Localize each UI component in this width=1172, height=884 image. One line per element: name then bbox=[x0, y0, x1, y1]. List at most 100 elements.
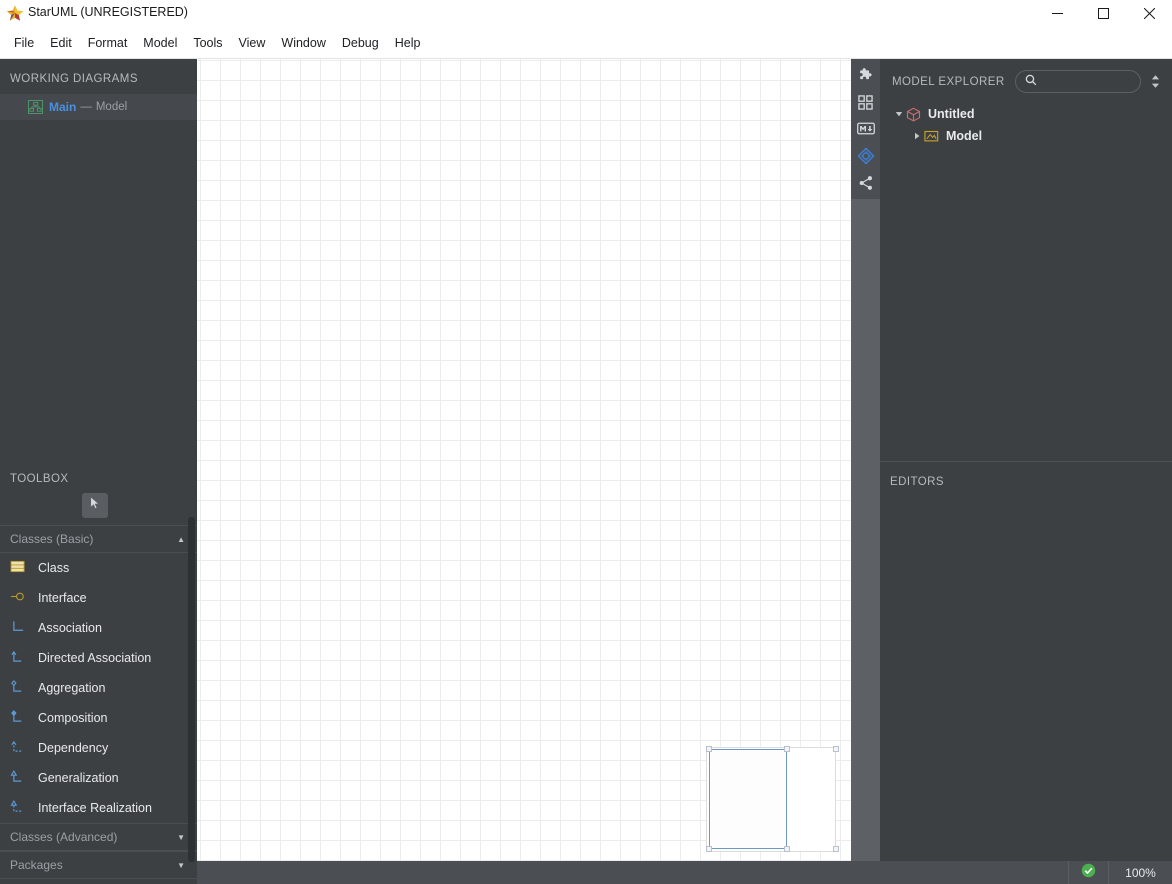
model-folder-icon bbox=[924, 129, 940, 144]
canvas-grid bbox=[197, 59, 851, 861]
interface-realization-icon bbox=[10, 800, 30, 816]
toolbox-item-class[interactable]: Class bbox=[0, 553, 197, 583]
interface-icon bbox=[10, 590, 30, 606]
zoom-level[interactable]: 100% bbox=[1108, 861, 1172, 884]
markdown-icon bbox=[856, 122, 875, 140]
tree-item-label: Model bbox=[946, 129, 983, 143]
selection-handle[interactable] bbox=[784, 746, 790, 752]
toolbox-group-packages[interactable]: Packages ▼ bbox=[0, 851, 197, 879]
editors-header: EDITORS bbox=[890, 476, 945, 488]
class-icon bbox=[10, 560, 30, 576]
canvas-bottom-bar bbox=[197, 861, 880, 884]
share-nodes-icon bbox=[858, 175, 874, 196]
toolbox-item-aggregation[interactable]: Aggregation bbox=[0, 673, 197, 703]
search-icon bbox=[1025, 73, 1037, 91]
toolbox-item-composition[interactable]: Composition bbox=[0, 703, 197, 733]
window-title: StarUML (UNREGISTERED) bbox=[28, 5, 188, 19]
menu-view[interactable]: View bbox=[231, 33, 274, 53]
diamond-target-icon bbox=[856, 147, 875, 170]
menu-edit[interactable]: Edit bbox=[42, 33, 80, 53]
toolbox-item-label: Interface bbox=[38, 591, 87, 605]
status-bar: 100% bbox=[880, 861, 1172, 884]
toolbox-item-generalization[interactable]: Generalization bbox=[0, 763, 197, 793]
markdown-editor-button[interactable] bbox=[853, 119, 879, 145]
relationship-share-button[interactable] bbox=[853, 172, 879, 198]
menu-help[interactable]: Help bbox=[387, 33, 429, 53]
generalization-icon bbox=[10, 770, 30, 786]
sort-updown-icon[interactable] bbox=[1148, 74, 1162, 89]
toolbox-item-directed-association[interactable]: Directed Association bbox=[0, 643, 197, 673]
working-diagrams-header: WORKING DIAGRAMS bbox=[10, 73, 138, 85]
selection-handle[interactable] bbox=[784, 846, 790, 852]
model-explorer-title: MODEL EXPLORER bbox=[892, 75, 1005, 88]
selection-handle[interactable] bbox=[833, 846, 839, 852]
toolbox-item-label: Directed Association bbox=[38, 651, 152, 665]
dependency-icon bbox=[10, 740, 30, 756]
cursor-arrow-icon bbox=[89, 495, 101, 515]
toolbox-group-label: Classes (Basic) bbox=[10, 532, 94, 546]
tree-item-label: Untitled bbox=[928, 107, 975, 121]
toolbox-item-label: Generalization bbox=[38, 771, 119, 785]
selection-handle[interactable] bbox=[706, 746, 712, 752]
chevron-down-icon: ▼ bbox=[177, 860, 185, 870]
search-input[interactable] bbox=[1042, 74, 1140, 89]
minimize-icon[interactable] bbox=[1034, 0, 1080, 27]
toolbox-item-association[interactable]: Association bbox=[0, 613, 197, 643]
toolbox-item-label: Composition bbox=[38, 711, 108, 725]
validation-status[interactable] bbox=[1068, 861, 1108, 884]
model-explorer-search[interactable] bbox=[1014, 70, 1141, 93]
staruml-star-icon bbox=[6, 4, 24, 22]
toolbox-item-dependency[interactable]: Dependency bbox=[0, 733, 197, 763]
menu-tools[interactable]: Tools bbox=[185, 33, 230, 53]
menu-debug[interactable]: Debug bbox=[334, 33, 387, 53]
staruml-window: StarUML (UNREGISTERED) File Edit Format … bbox=[0, 0, 1172, 884]
working-diagram-name: Main bbox=[49, 100, 77, 114]
working-diagram-separator: — bbox=[80, 101, 92, 113]
toolbox-group-classes-advanced[interactable]: Classes (Advanced) ▼ bbox=[0, 823, 197, 851]
toolbox-item-label: Dependency bbox=[38, 741, 109, 755]
selection-handle[interactable] bbox=[833, 746, 839, 752]
directed-association-icon bbox=[10, 650, 30, 666]
class-diagram-icon bbox=[28, 100, 43, 114]
toolbox-item-label: Class bbox=[38, 561, 70, 575]
green-check-icon bbox=[1081, 863, 1096, 883]
working-diagram-item-main[interactable]: Main — Model bbox=[0, 94, 197, 120]
toolbox-scrollbar[interactable] bbox=[188, 517, 195, 862]
maximize-icon[interactable] bbox=[1080, 0, 1126, 27]
left-sidebar: WORKING DIAGRAMS Main — Model TOOLBOX Cl… bbox=[0, 59, 197, 884]
menu-file[interactable]: File bbox=[6, 33, 42, 53]
toolbox-item-label: Interface Realization bbox=[38, 801, 152, 815]
selection-handle[interactable] bbox=[706, 846, 712, 852]
close-icon[interactable] bbox=[1126, 0, 1172, 27]
toolbox-item-interface[interactable]: Interface bbox=[0, 583, 197, 613]
title-bar: StarUML (UNREGISTERED) bbox=[0, 0, 1172, 27]
diagram-navigate-button[interactable] bbox=[853, 145, 879, 171]
select-tool-button[interactable] bbox=[82, 492, 108, 518]
composition-icon bbox=[10, 710, 30, 726]
editors-panel: EDITORS bbox=[880, 461, 1172, 861]
toolbox-item-interface-realization[interactable]: Interface Realization bbox=[0, 793, 197, 823]
twisty-expanded-icon[interactable] bbox=[892, 110, 906, 118]
model-explorer-tree: Untitled Model bbox=[880, 93, 1172, 147]
canvas-shape-selected[interactable] bbox=[709, 749, 787, 849]
toolbox-header: TOOLBOX bbox=[10, 473, 69, 485]
extension-manager-button[interactable] bbox=[853, 65, 879, 91]
menu-model[interactable]: Model bbox=[135, 33, 185, 53]
menu-format[interactable]: Format bbox=[80, 33, 136, 53]
right-vertical-toolbar bbox=[851, 59, 880, 199]
toolbox-item-label: Aggregation bbox=[38, 681, 106, 695]
tree-item-untitled[interactable]: Untitled bbox=[880, 103, 1172, 125]
toolbox-select-row bbox=[0, 485, 197, 525]
toolbox-group-classes-basic[interactable]: Classes (Basic) ▲ bbox=[0, 525, 197, 553]
tree-item-model[interactable]: Model bbox=[880, 125, 1172, 147]
chevron-down-icon: ▼ bbox=[177, 832, 185, 842]
window-controls bbox=[1034, 0, 1172, 27]
toolbox-panel: TOOLBOX Classes (Basic) ▲ Class Interfac… bbox=[0, 459, 197, 884]
twisty-collapsed-icon[interactable] bbox=[910, 132, 924, 140]
working-diagrams-list: Main — Model bbox=[0, 94, 197, 120]
grid-view-button[interactable] bbox=[853, 92, 879, 118]
menu-bar: File Edit Format Model Tools View Window… bbox=[0, 27, 1172, 59]
working-diagram-owner: Model bbox=[95, 101, 128, 113]
diagram-canvas[interactable] bbox=[197, 59, 851, 861]
menu-window[interactable]: Window bbox=[273, 33, 333, 53]
